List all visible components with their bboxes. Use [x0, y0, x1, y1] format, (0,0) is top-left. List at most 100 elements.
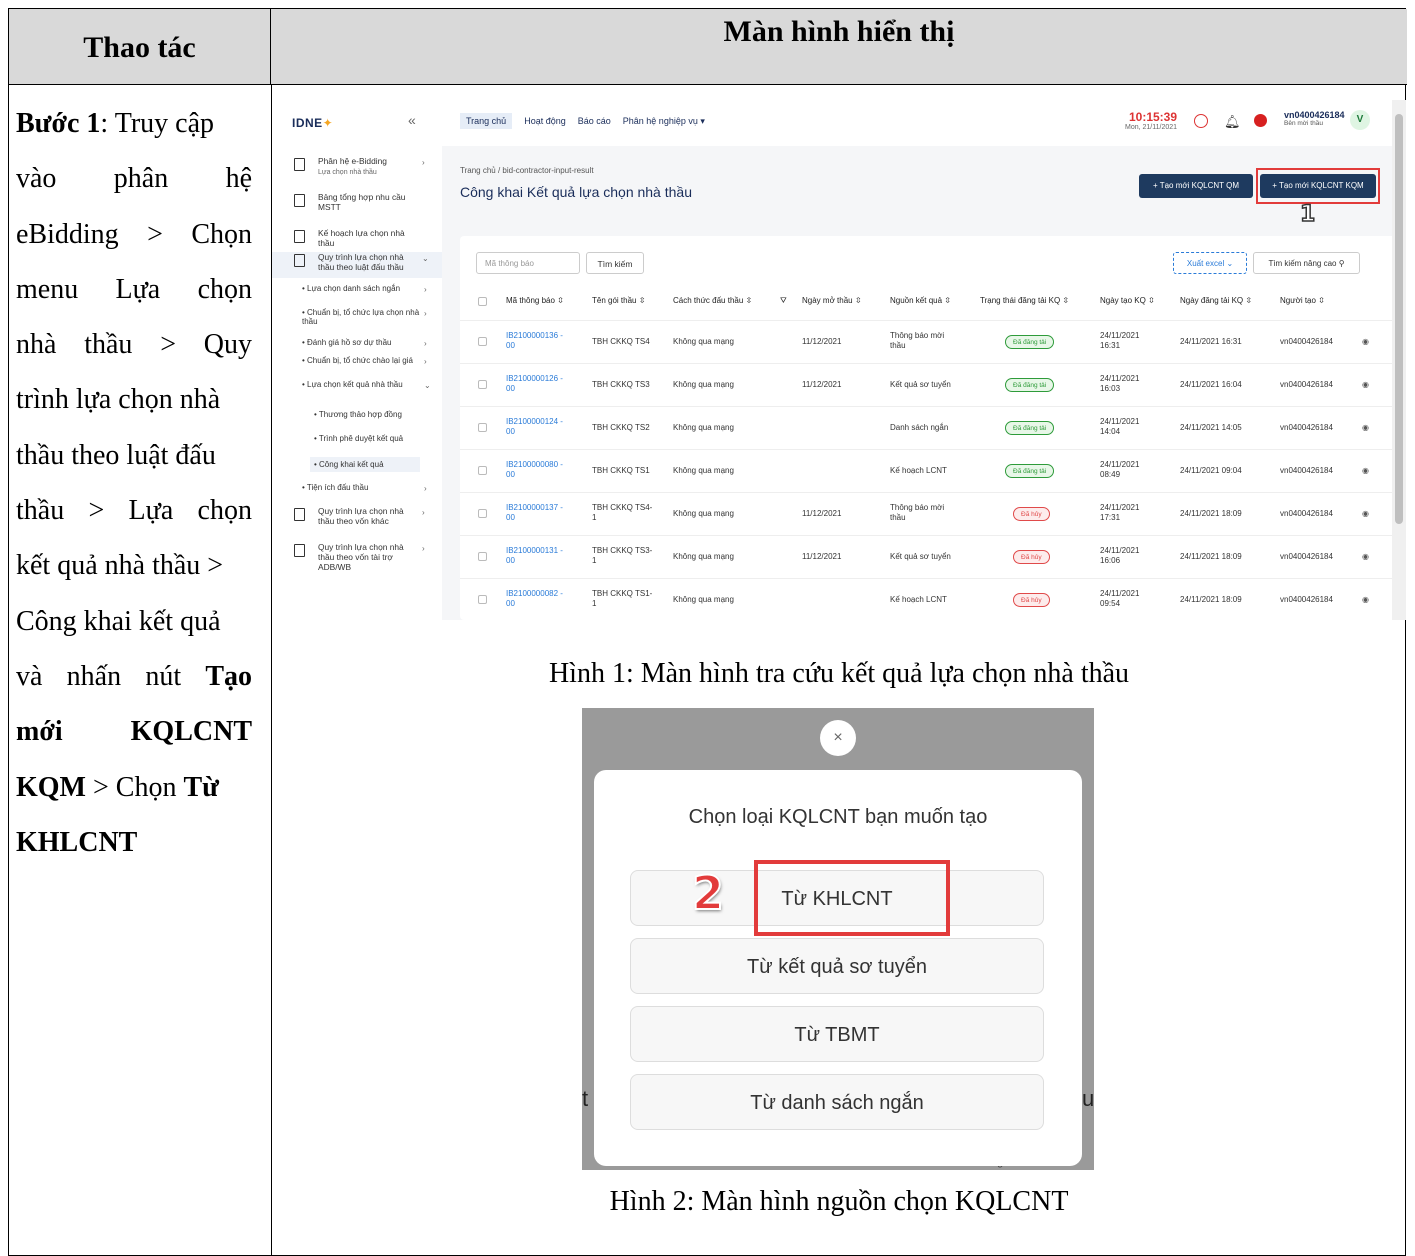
create-kqlcnt-qm-button[interactable]: + Tạo mới KQLCNT QM	[1139, 174, 1253, 198]
sidebar-subitem[interactable]: • Trình phê duyệt kết quả	[314, 434, 424, 443]
table-cell-id[interactable]: IB2100000136 - 00	[506, 331, 563, 351]
view-icon[interactable]: ◉	[1362, 423, 1369, 432]
sidebar-item[interactable]: Quy trình lựa chọn nhà thầu theo vốn tài…	[272, 542, 442, 572]
sidebar-subitem[interactable]: • Công khai kết quả	[310, 457, 420, 472]
table-cell-open: 11/12/2021	[802, 509, 842, 518]
column-header[interactable]: Tên gói thầu ⇳	[592, 296, 645, 305]
option-from-tbmt[interactable]: Từ TBMT	[630, 1006, 1044, 1062]
instruction-word: KQLCNT	[130, 716, 252, 748]
close-icon[interactable]: ×	[820, 720, 856, 756]
column-header[interactable]: Người tạo ⇳	[1280, 296, 1325, 305]
nav-item[interactable]: Hoạt động	[524, 116, 566, 129]
table-row[interactable]: IB2100000082 - 00 TBH CKKQ TS1- 1 Không qu…	[460, 578, 1396, 620]
sidebar-item[interactable]: Kế hoạch lựa chọn nhà thầu	[272, 228, 442, 248]
collapse-icon[interactable]: «	[408, 112, 416, 128]
table-cell-posted: 24/11/2021 09:04	[1180, 466, 1242, 475]
sidebar-item[interactable]: Quy trình lựa chọn nhà thầu theo vốn khá…	[272, 506, 442, 532]
nav-item[interactable]: Báo cáo	[578, 116, 611, 129]
row-checkbox[interactable]	[478, 466, 487, 475]
breadcrumb[interactable]: Trang chủ / bid-contractor-input-result	[460, 166, 594, 175]
column-header[interactable]: Mã thông báo ⇳	[506, 296, 564, 305]
column-header[interactable]: Ngày tạo KQ ⇳	[1100, 296, 1155, 305]
scrollbar[interactable]	[1392, 100, 1406, 620]
scrollbar-thumb[interactable]	[1395, 114, 1403, 524]
sidebar-item[interactable]: Bảng tổng hợp nhu cầu MSTT	[272, 192, 442, 212]
results-card: Mã thông báo Tìm kiếm Xuất excel ⌄ Tìm k…	[460, 236, 1396, 620]
view-icon[interactable]: ◉	[1362, 509, 1369, 518]
sidebar-subitem[interactable]: • Lựa chọn kết quả nhà thầu ⌄	[302, 380, 432, 390]
table-cell-id[interactable]: IB2100000137 - 00	[506, 503, 563, 523]
header-action-label: Thao tác	[83, 31, 196, 64]
document-icon	[294, 544, 305, 557]
table-cell-source: Thông báo mời thầu	[890, 331, 945, 350]
chevron-right-icon: ›	[424, 285, 427, 294]
bell-icon[interactable]: 🔔︎	[1224, 114, 1241, 130]
view-icon[interactable]: ◉	[1362, 552, 1369, 561]
view-icon[interactable]: ◉	[1362, 466, 1369, 475]
sidebar-subitem[interactable]: • Đánh giá hồ sơ dự thầu ›	[302, 338, 432, 348]
main-area: Trang chủ Hoạt động Báo cáo Phân hệ nghiệp …	[442, 100, 1406, 620]
sidebar-subitem[interactable]: • Chuẩn bị, tổ chức chào lại giá ›	[302, 356, 432, 366]
filter-icon[interactable]: ⛛	[780, 296, 787, 306]
table-row[interactable]: IB2100000131 - 00 TBH CKKQ TS3- 1 Không qu…	[460, 535, 1396, 578]
column-header[interactable]: Ngày đăng tải KQ ⇳	[1180, 296, 1252, 305]
instruction-fragment: : Truy cập	[100, 108, 214, 139]
avatar[interactable]: V	[1350, 110, 1370, 130]
sidebar-subitem[interactable]: • Tiện ích đấu thầu ›	[302, 483, 432, 493]
option-from-prequal-result[interactable]: Từ kết quả sơ tuyển	[630, 938, 1044, 994]
user-info[interactable]: vn0400426184 Bên mời thầu	[1284, 110, 1345, 127]
alarm-icon[interactable]	[1194, 114, 1208, 128]
advanced-search-button[interactable]: Tìm kiếm nâng cao ⚲	[1253, 252, 1360, 274]
column-header[interactable]: Nguồn kết quả ⇳	[890, 296, 951, 305]
select-all-checkbox[interactable]	[478, 297, 487, 306]
modal-title: Chọn loại KQLCNT bạn muốn tạo	[688, 806, 988, 828]
table-cell-id[interactable]: IB2100000126 - 00	[506, 374, 563, 394]
sidebar-subitem[interactable]: • Chuẩn bị, tổ chức lựa chọn nhà thầu ›	[302, 308, 432, 326]
table-cell-method: Không qua mạng	[673, 380, 734, 389]
document-icon	[294, 194, 305, 207]
table-row[interactable]: IB2100000136 - 00 TBH CKKQ TS4 Không qua m…	[460, 320, 1396, 363]
instruction-fragment: > Chọn	[86, 771, 184, 803]
top-nav: Trang chủ Hoạt động Báo cáo Phân hệ nghiệp …	[460, 113, 705, 129]
export-excel-button[interactable]: Xuất excel ⌄	[1173, 252, 1247, 274]
table-cell-source: Kết quả sơ tuyển	[890, 380, 951, 389]
column-header[interactable]: Trạng thái đăng tải KQ ⇳	[980, 296, 1069, 305]
view-icon[interactable]: ◉	[1362, 380, 1369, 389]
table-cell-id[interactable]: IB2100000131 - 00	[506, 546, 563, 566]
instruction-word: thầu	[84, 329, 133, 361]
nav-item[interactable]: Phân hệ nghiệp vụ ▾	[623, 116, 705, 129]
sidebar-item-label: Phân hệ e-Bidding Lựa chọn nhà thầu	[318, 156, 387, 176]
view-icon[interactable]: ◉	[1362, 337, 1369, 346]
row-checkbox[interactable]	[478, 509, 487, 518]
chevron-right-icon: ›	[424, 309, 427, 318]
column-header[interactable]: Ngày mở thầu ⇳	[802, 296, 862, 305]
row-checkbox[interactable]	[478, 380, 487, 389]
table-row[interactable]: IB2100000137 - 00 TBH CKKQ TS4- 1 Không qu…	[460, 492, 1396, 535]
table-row[interactable]: IB2100000126 - 00 TBH CKKQ TS3 Không qua m…	[460, 363, 1396, 406]
sidebar-subitem[interactable]: • Lựa chọn danh sách ngắn ›	[302, 284, 432, 294]
sidebar-item[interactable]: Quy trình lựa chọn nhà thầu theo luật đấ…	[272, 252, 442, 278]
nav-item[interactable]: Trang chủ	[460, 113, 513, 129]
option-from-shortlist[interactable]: Từ danh sách ngắn	[630, 1074, 1044, 1130]
sidebar-item[interactable]: Phân hệ e-Bidding Lựa chọn nhà thầu ›	[272, 156, 442, 182]
search-button[interactable]: Tìm kiếm	[586, 252, 644, 274]
table-row[interactable]: IB2100000124 - 00 TBH CKKQ TS2 Không qua m…	[460, 406, 1396, 449]
user-name: vn0400426184	[1284, 110, 1345, 120]
table-cell-id[interactable]: IB2100000124 - 00	[506, 417, 563, 437]
table-cell-method: Không qua mạng	[673, 509, 734, 518]
search-input[interactable]: Mã thông báo	[476, 252, 580, 274]
view-icon[interactable]: ◉	[1362, 595, 1369, 604]
column-header[interactable]: Cách thức đấu thầu ⇳	[673, 296, 752, 305]
table-cell-id[interactable]: IB2100000082 - 00	[506, 589, 563, 609]
row-checkbox[interactable]	[478, 552, 487, 561]
table-row[interactable]: IB2100000080 - 00 TBH CKKQ TS1 Không qua m…	[460, 449, 1396, 492]
row-checkbox[interactable]	[478, 337, 487, 346]
row-checkbox[interactable]	[478, 423, 487, 432]
flag-icon[interactable]	[1254, 114, 1267, 127]
instruction-text-line: Công khai kết quả	[16, 605, 221, 637]
figure-caption-1: Hình 1: Màn hình tra cứu kết quả lựa chọ…	[548, 658, 1130, 689]
row-checkbox[interactable]	[478, 595, 487, 604]
table-cell-source: Thông báo mời thầu	[890, 503, 945, 522]
table-cell-id[interactable]: IB2100000080 - 00	[506, 460, 563, 480]
sidebar-subitem[interactable]: • Thương thảo hợp đồng	[314, 410, 424, 419]
